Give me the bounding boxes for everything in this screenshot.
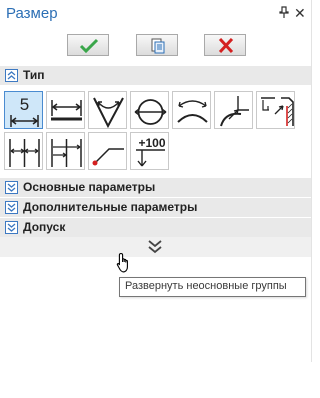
angular-dimension-button[interactable] <box>88 91 127 129</box>
section-tolerance-label: Допуск <box>23 220 66 234</box>
dimension-panel: Размер ✕ Тип 5 +100 Основные параметры Д… <box>0 0 312 362</box>
section-type[interactable]: Тип <box>0 66 311 85</box>
linear-dimension-value: 5 <box>20 95 29 114</box>
section-extra-params[interactable]: Дополнительные параметры <box>0 198 311 217</box>
section-type-label: Тип <box>23 68 45 82</box>
elevation-value: +100 <box>138 136 165 150</box>
expand-down-icon[interactable] <box>5 221 18 234</box>
action-bar <box>0 34 311 58</box>
section-extra-params-label: Дополнительные параметры <box>23 200 198 214</box>
tooltip: Развернуть неосновные группы <box>119 277 306 297</box>
check-icon <box>79 38 99 54</box>
elevation-dimension-button[interactable]: +100 <box>130 132 169 170</box>
expand-groups-button[interactable] <box>0 237 311 257</box>
section-main-params[interactable]: Основные параметры <box>0 178 311 197</box>
baseline-dimension-button[interactable] <box>46 132 85 170</box>
document-icon <box>151 38 165 54</box>
panel-titlebar: Размер ✕ <box>0 0 311 28</box>
arc-dimension-button[interactable] <box>172 91 211 129</box>
hand-cursor-icon <box>116 252 134 277</box>
section-main-params-label: Основные параметры <box>23 180 156 194</box>
aligned-dimension-button[interactable] <box>46 91 85 129</box>
chamfer-dimension-button[interactable] <box>256 91 295 129</box>
cross-icon <box>218 38 234 54</box>
diameter-dimension-button[interactable] <box>130 91 169 129</box>
leader-dimension-button[interactable] <box>88 132 127 170</box>
close-icon[interactable]: ✕ <box>294 5 306 22</box>
cancel-button[interactable] <box>204 34 246 56</box>
expand-down-icon[interactable] <box>5 181 18 194</box>
double-chevron-down-icon <box>148 240 162 254</box>
panel-title: Размер <box>6 5 58 22</box>
pin-icon[interactable] <box>279 6 289 21</box>
chain-dimension-button[interactable] <box>4 132 43 170</box>
expand-down-icon[interactable] <box>5 201 18 214</box>
linear-dimension-button[interactable]: 5 <box>4 91 43 129</box>
preview-button[interactable] <box>136 34 178 56</box>
section-tolerance[interactable]: Допуск <box>0 218 311 237</box>
collapse-up-icon[interactable] <box>5 69 18 82</box>
ok-button[interactable] <box>67 34 109 56</box>
radius-dimension-button[interactable] <box>214 91 253 129</box>
